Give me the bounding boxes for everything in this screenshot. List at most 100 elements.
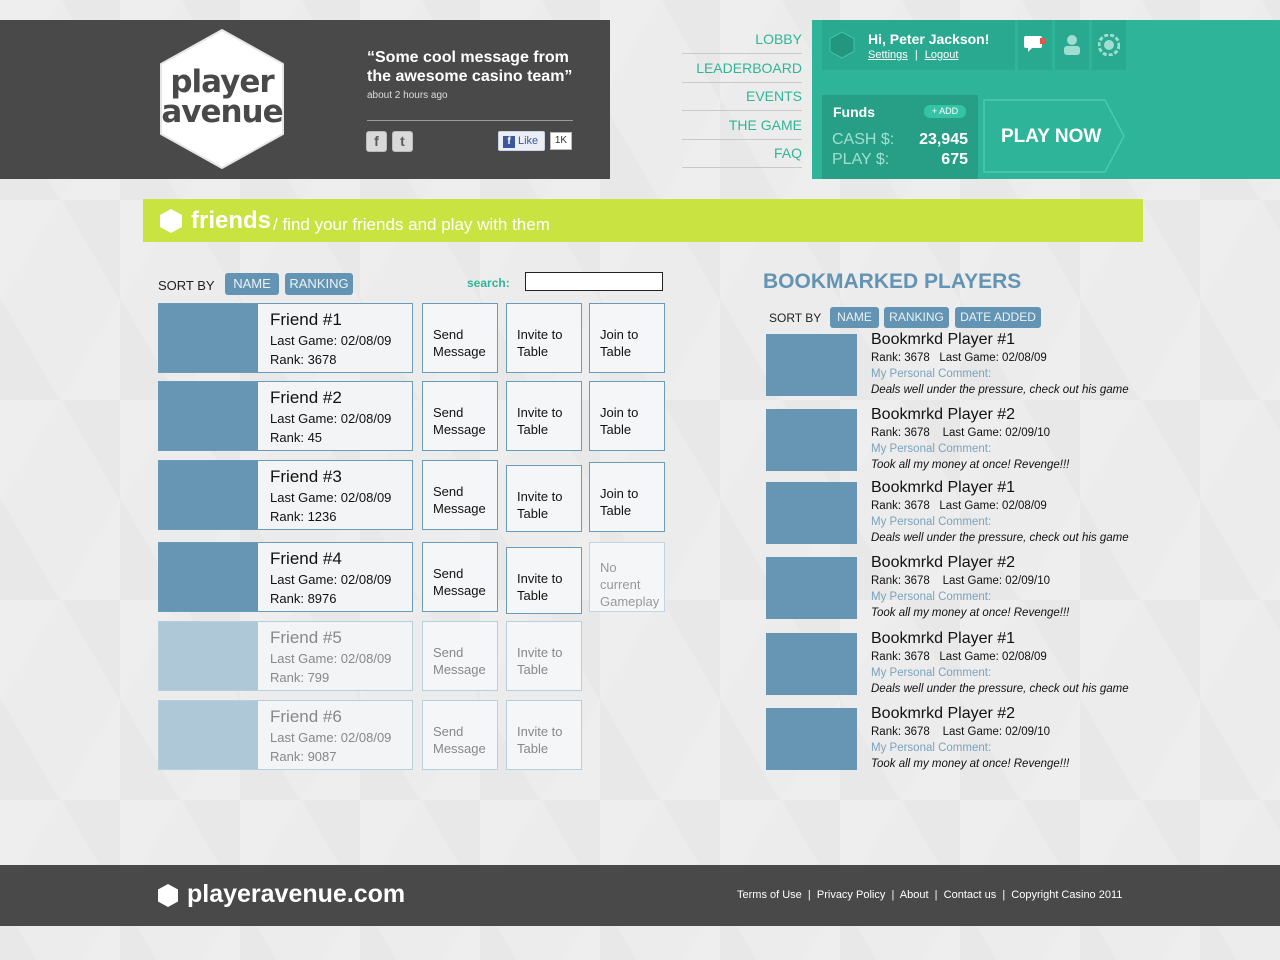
search-input[interactable]	[525, 272, 663, 291]
nav-faq[interactable]: FAQ	[682, 139, 802, 168]
bookmark-comment: Took all my money at once! Revenge!!!	[871, 758, 1070, 770]
chat-icon[interactable]	[1018, 20, 1052, 70]
send-message-button[interactable]: Send Message	[422, 381, 498, 451]
footer-links[interactable]: Terms of Use | Privacy Policy | About | …	[737, 889, 1122, 901]
hexagon-icon	[160, 209, 182, 233]
send-message-button[interactable]: Send Message	[422, 303, 498, 373]
bookmark-meta: Rank: 3678 Last Game: 02/08/09	[871, 352, 1047, 364]
message-timestamp: about 2 hours ago	[367, 90, 448, 101]
user-greeting: Hi, Peter Jackson!	[868, 31, 990, 47]
friend-row: Friend #2 Last Game: 02/08/09 Rank: 45 Send…	[158, 381, 668, 451]
friend-name: Friend #4	[270, 549, 342, 568]
facebook-icon[interactable]: f	[366, 131, 387, 152]
chip-icon[interactable]	[1092, 20, 1126, 70]
friend-last-game: Last Game: 02/08/09	[270, 730, 392, 745]
facebook-like-button[interactable]: f Like	[498, 131, 545, 151]
nav-the-game[interactable]: THE GAME	[682, 111, 802, 140]
friend-last-game: Last Game: 02/08/09	[270, 411, 392, 426]
bookmark-avatar	[766, 409, 857, 471]
friend-rank: Rank: 1236	[270, 509, 337, 524]
friend-card[interactable]: Friend #6 Last Game: 02/08/09 Rank: 9087	[158, 700, 413, 770]
bookmark-item[interactable]: Bookmrkd Player #2 Rank: 3678 Last Game: …	[766, 406, 1146, 473]
invite-to-table-button[interactable]: Invite to Table	[506, 465, 582, 532]
bookmark-meta: Rank: 3678 Last Game: 02/08/09	[871, 500, 1047, 512]
avatar[interactable]	[828, 31, 856, 59]
bookmark-avatar	[766, 557, 857, 619]
nav-lobby[interactable]: LOBBY	[682, 25, 802, 54]
bookmark-name: Bookmrkd Player #2	[871, 406, 1016, 423]
settings-link[interactable]: Settings	[868, 49, 908, 61]
bookmarks-sort-ranking-button[interactable]: RANKING	[884, 307, 949, 328]
friend-avatar	[159, 461, 258, 529]
friend-name: Friend #1	[270, 310, 342, 329]
friend-card[interactable]: Friend #1 Last Game: 02/08/09 Rank: 3678	[158, 303, 413, 373]
friend-card[interactable]: Friend #5 Last Game: 02/08/09 Rank: 799	[158, 621, 413, 691]
casino-message: “Some cool message from the awesome casi…	[367, 49, 573, 85]
bookmark-meta: Rank: 3678 Last Game: 02/09/10	[871, 575, 1051, 587]
footer-site-name[interactable]: playeravenue.com	[187, 880, 405, 909]
nav-events[interactable]: EVENTS	[682, 82, 802, 111]
friend-card[interactable]: Friend #3 Last Game: 02/08/09 Rank: 1236	[158, 460, 413, 530]
friend-card[interactable]: Friend #4 Last Game: 02/08/09 Rank: 8976	[158, 542, 413, 612]
send-message-button[interactable]: Send Message	[422, 621, 498, 691]
invite-to-table-button[interactable]: Invite to Table	[506, 700, 582, 770]
bookmark-avatar	[766, 633, 857, 695]
like-label: Like	[518, 135, 539, 147]
bookmark-meta: Rank: 3678 Last Game: 02/09/10	[871, 427, 1051, 439]
join-table-button[interactable]: Join to Table	[589, 303, 665, 373]
send-message-button[interactable]: Send Message	[422, 700, 498, 770]
logout-link[interactable]: Logout	[925, 49, 959, 61]
header-banner	[0, 20, 610, 179]
friend-avatar	[159, 382, 258, 450]
add-funds-button[interactable]: + ADD	[924, 105, 966, 118]
sort-ranking-button[interactable]: RANKING	[285, 273, 353, 295]
invite-to-table-button[interactable]: Invite to Table	[506, 303, 582, 373]
bookmark-item[interactable]: Bookmrkd Player #1 Rank: 3678 Last Game: …	[766, 331, 1146, 398]
facebook-icon: f	[503, 136, 515, 148]
bookmark-name: Bookmrkd Player #1	[871, 331, 1016, 348]
friend-name: Friend #3	[270, 467, 342, 486]
player-avenue-logo[interactable]: player avenue	[157, 28, 287, 170]
cash-value: 23,945	[919, 131, 968, 148]
friend-name: Friend #6	[270, 707, 342, 726]
friend-last-game: Last Game: 02/08/09	[270, 572, 392, 587]
cash-row: CASH $: 23,945	[832, 131, 968, 149]
comment-label: My Personal Comment:	[871, 667, 992, 679]
twitter-icon[interactable]: t	[392, 131, 413, 152]
friend-row: Friend #1 Last Game: 02/08/09 Rank: 3678 Se…	[158, 303, 668, 373]
divider	[367, 120, 573, 121]
bookmarks-sort-name-button[interactable]: NAME	[830, 307, 879, 328]
play-now-label: PLAY NOW	[1001, 126, 1102, 147]
bookmark-name: Bookmrkd Player #2	[871, 705, 1016, 722]
cash-label: CASH $:	[832, 131, 895, 148]
hexagon-logo-icon	[158, 884, 178, 907]
invite-to-table-button[interactable]: Invite to Table	[506, 547, 582, 614]
bookmark-avatar	[766, 708, 857, 770]
bookmark-item[interactable]: Bookmrkd Player #1 Rank: 3678 Last Game: …	[766, 479, 1146, 546]
bookmarks-sort-date-button[interactable]: DATE ADDED	[955, 307, 1041, 328]
bookmark-comment: Took all my money at once! Revenge!!!	[871, 607, 1070, 619]
join-table-button[interactable]: Join to Table	[589, 381, 665, 451]
bookmark-meta: Rank: 3678 Last Game: 02/09/10	[871, 726, 1051, 738]
invite-to-table-button[interactable]: Invite to Table	[506, 381, 582, 451]
bookmark-item[interactable]: Bookmrkd Player #1 Rank: 3678 Last Game: …	[766, 630, 1146, 697]
bookmark-item[interactable]: Bookmrkd Player #2 Rank: 3678 Last Game: …	[766, 554, 1146, 621]
user-icon[interactable]	[1055, 20, 1089, 70]
friend-last-game: Last Game: 02/08/09	[270, 333, 392, 348]
friend-row: Friend #5 Last Game: 02/08/09 Rank: 799 Sen…	[158, 621, 668, 691]
friend-card[interactable]: Friend #2 Last Game: 02/08/09 Rank: 45	[158, 381, 413, 451]
bookmark-meta: Rank: 3678 Last Game: 02/08/09	[871, 651, 1047, 663]
bookmark-item[interactable]: Bookmrkd Player #2 Rank: 3678 Last Game: …	[766, 705, 1146, 772]
comment-label: My Personal Comment:	[871, 516, 992, 528]
sort-name-button[interactable]: NAME	[225, 273, 279, 295]
friend-row: Friend #4 Last Game: 02/08/09 Rank: 8976 Se…	[158, 542, 668, 614]
sort-by-label: SORT BY	[158, 278, 215, 293]
friend-rank: Rank: 8976	[270, 591, 337, 606]
invite-to-table-button[interactable]: Invite to Table	[506, 621, 582, 691]
bookmark-comment: Deals well under the pressure, check out…	[871, 683, 1129, 695]
join-table-button[interactable]: Join to Table	[589, 462, 665, 532]
send-message-button[interactable]: Send Message	[422, 542, 498, 612]
bookmark-name: Bookmrkd Player #2	[871, 554, 1016, 571]
send-message-button[interactable]: Send Message	[422, 460, 498, 530]
nav-leaderboard[interactable]: LEADERBOARD	[682, 54, 802, 83]
